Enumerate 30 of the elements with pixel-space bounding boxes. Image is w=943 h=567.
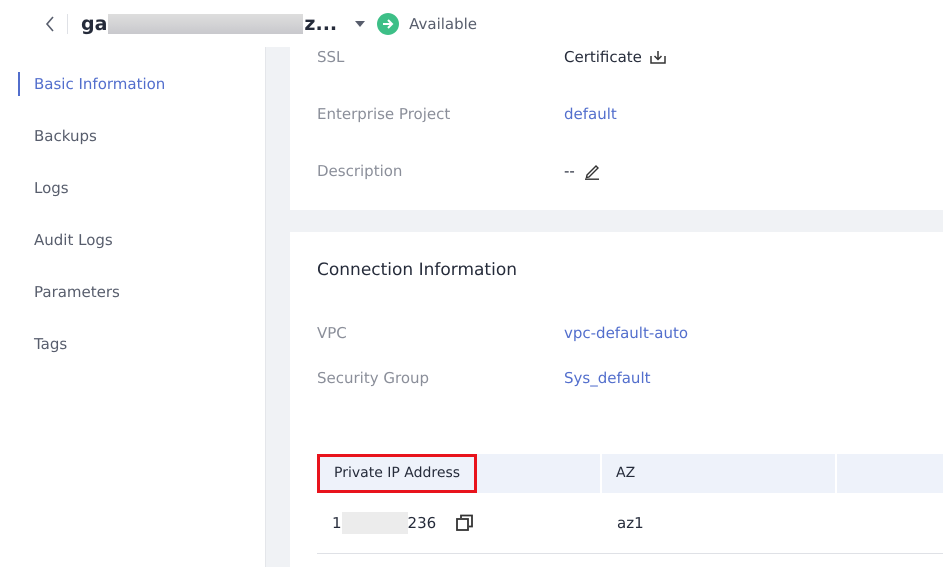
copy-icon[interactable]	[456, 514, 474, 532]
section-title: Connection Information	[316, 260, 518, 282]
caret-icon[interactable]	[355, 20, 366, 26]
column-header: Private IP Address	[317, 454, 478, 493]
value-link[interactable]: default	[564, 104, 617, 122]
field-label: Description	[317, 162, 404, 180]
instance-title: z...	[304, 12, 338, 34]
sidebar-item[interactable]: Tags	[18, 332, 265, 384]
instance-title: ga	[81, 12, 108, 34]
sidebar-item[interactable]: Backups	[18, 124, 265, 176]
sidebar-item[interactable]: Parameters	[18, 280, 265, 332]
sidebar-item[interactable]: Audit Logs	[18, 228, 265, 280]
ip-address: 1	[332, 514, 342, 532]
download-icon[interactable]	[650, 50, 666, 64]
field-value: Certificate	[564, 48, 642, 66]
field-label: Security Group	[317, 368, 430, 386]
value-link[interactable]: Sys_default	[564, 368, 650, 386]
field-label: Enterprise Project	[317, 104, 452, 122]
table-cell: az1	[617, 514, 644, 532]
field-label: VPC	[317, 324, 348, 342]
value-link[interactable]: vpc-default-auto	[564, 324, 688, 342]
field-value: --	[564, 162, 575, 180]
field-label: SSL	[317, 48, 346, 66]
sidebar-item[interactable]: Basic Information	[18, 72, 265, 96]
status-text: Available	[409, 14, 478, 32]
status-icon	[377, 12, 400, 34]
column-header: AZ	[615, 464, 636, 483]
ip-address: 236	[408, 514, 436, 532]
sidebar-item[interactable]: Logs	[18, 176, 265, 228]
back-icon[interactable]	[45, 16, 55, 32]
